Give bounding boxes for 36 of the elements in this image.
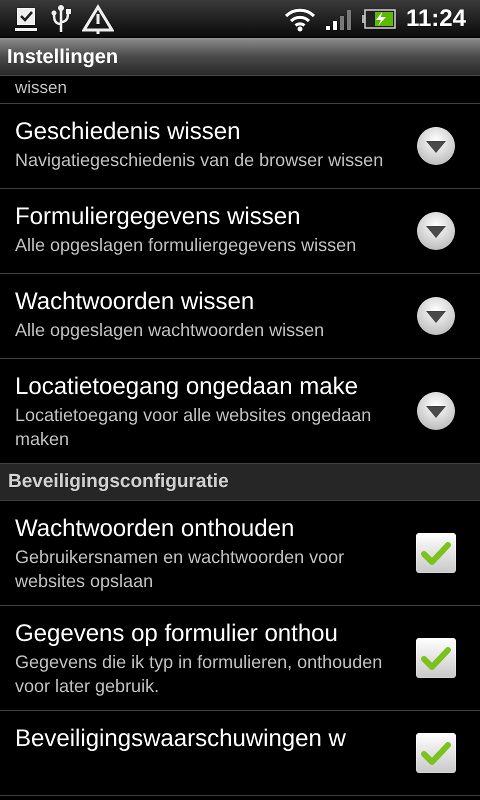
setting-title: Formuliergegevens wissen	[15, 202, 302, 232]
warning-icon	[82, 4, 114, 34]
signal-icon	[326, 8, 352, 30]
setting-title: Locatietoegang ongedaan make	[15, 372, 359, 402]
setting-title: Wachtwoorden onthouden	[15, 514, 296, 544]
clock: 11:24	[406, 4, 466, 34]
dropdown-icon[interactable]	[416, 296, 456, 336]
checkbox[interactable]	[416, 638, 456, 678]
checkbox-notification-icon	[14, 6, 40, 32]
checkbox[interactable]	[416, 533, 456, 573]
setting-summary: Gebruikersnamen en wachtwoorden voor websites opslaan	[15, 546, 346, 593]
dropdown-icon[interactable]	[416, 391, 456, 431]
setting-row[interactable]: Beveiligingswaarschuwingen w	[0, 711, 480, 796]
setting-summary: Alle opgeslagen formuliergegevens wissen	[15, 234, 358, 257]
setting-row[interactable]: Formuliergegevens wissen Alle opgeslagen formuliergegevens wissen	[0, 189, 480, 274]
setting-title: Geschiedenis wissen	[15, 117, 242, 147]
setting-title: Gegevens op formulier onthou	[15, 619, 339, 649]
setting-row[interactable]: Wachtwoorden wissen Alle opgeslagen wachtwoorden wissen	[0, 274, 480, 359]
setting-summary: Locatietoegang voor alle websites ongedaan maken	[15, 404, 372, 451]
wifi-icon	[284, 6, 316, 32]
usb-icon	[50, 4, 72, 34]
setting-row[interactable]: Wachtwoorden onthouden Gebruikersnamen en wachtwoorden voor websites opslaan	[0, 501, 480, 606]
setting-summary: wissen	[15, 77, 68, 99]
screen-title: Instellingen	[7, 44, 118, 70]
setting-row[interactable]: Gegevens op formulier onthou Gegevens die ik typ in formulieren, onthouden voor later gebruik.	[0, 606, 480, 711]
checkbox[interactable]	[416, 733, 456, 773]
battery-charging-icon	[362, 9, 396, 29]
setting-summary: Navigatiegeschiedenis van de browser wissen	[15, 149, 384, 172]
setting-row[interactable]: Geschiedenis wissen Navigatiegeschiedenis van de browser wissen	[0, 104, 480, 189]
dropdown-icon[interactable]	[416, 126, 456, 166]
section-header: Beveiligingsconfiguratie	[0, 464, 480, 501]
setting-title: Wachtwoorden wissen	[15, 287, 256, 317]
setting-title: Beveiligingswaarschuwingen w	[15, 724, 347, 754]
setting-summary: Alle opgeslagen wachtwoorden wissen	[15, 319, 326, 342]
dropdown-icon[interactable]	[416, 211, 456, 251]
setting-summary: Gegevens die ik typ in formulieren, onthouden voor later gebruik.	[15, 651, 384, 698]
